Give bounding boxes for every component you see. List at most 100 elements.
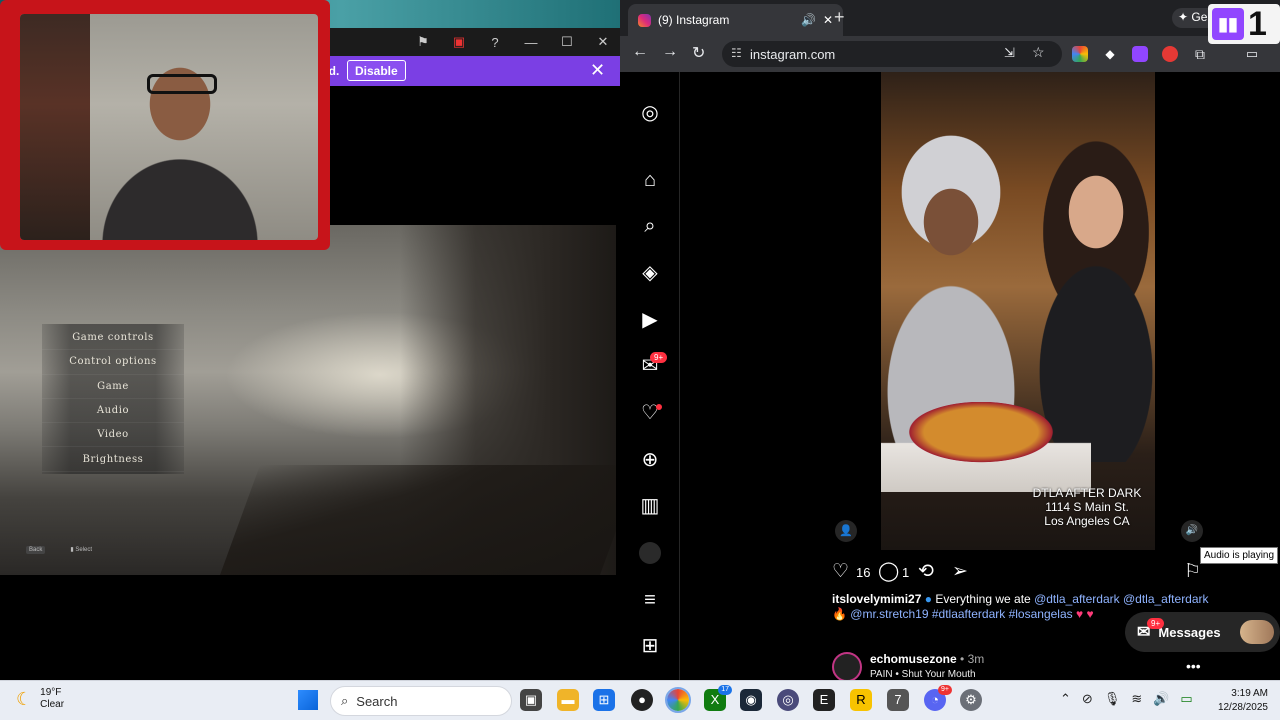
bookmark-star-icon[interactable]: ☆ [1032, 44, 1045, 61]
help-icon[interactable]: ? [486, 35, 504, 50]
epic-games-icon[interactable]: E [813, 689, 835, 711]
minimize-button[interactable]: — [522, 35, 540, 50]
caption-hashtag-2[interactable]: #losangelas [1009, 607, 1073, 621]
new-tab-button[interactable]: + [834, 7, 845, 28]
install-app-icon[interactable]: ⇲ [1004, 45, 1015, 61]
hint-back: Back [26, 545, 48, 554]
webcam-feed [20, 14, 318, 240]
close-button[interactable]: ✕ [594, 34, 612, 50]
forward-arrow-icon[interactable]: → [662, 43, 678, 61]
maximize-button[interactable]: ☐ [558, 34, 576, 50]
site-info-icon[interactable]: ☷ [731, 46, 742, 60]
tagged-user-icon[interactable]: 👤 [835, 520, 857, 542]
tab-close-icon[interactable]: ✕ [823, 13, 833, 27]
notification-dot [656, 404, 662, 410]
caption-mention-3[interactable]: @mr.stretch19 [850, 607, 928, 621]
create-icon[interactable]: ⊕ [637, 447, 663, 473]
rockstar-icon[interactable]: R [850, 689, 872, 711]
start-button[interactable] [298, 690, 318, 710]
clock[interactable]: 3:19 AM 12/28/2025 [1212, 687, 1268, 715]
caption-mention-2[interactable]: @dtla_afterdark [1123, 592, 1209, 606]
instagram-page: ◎ ⌂ ⌕ ◈ ▶ ✉ 9+ ♡ ⊕ ▥ ≡ ⊞ DTLA AFTER DARK… [620, 72, 1280, 680]
more-menu-icon[interactable]: ≡ [637, 587, 663, 613]
twitch-logo-icon: ▮▮ [1212, 8, 1244, 40]
message-avatars [1240, 620, 1274, 644]
profile-avatar[interactable] [639, 542, 661, 564]
steam-icon[interactable]: ◉ [740, 689, 762, 711]
game-hints: Back ▮ Select [26, 545, 92, 554]
store-icon[interactable]: ⊞ [593, 689, 615, 711]
share-icon[interactable]: ➢ [952, 560, 968, 583]
instagram-logo-icon[interactable]: ◎ [637, 100, 663, 126]
audio-tooltip: Audio is playing [1200, 547, 1279, 564]
caption-username[interactable]: itslovelymimi27 [832, 592, 921, 606]
audio-toggle-icon[interactable]: 🔊 [1181, 520, 1203, 542]
like-icon[interactable]: ♡ [832, 560, 849, 583]
microphone-icon[interactable]: 🎙 [1104, 691, 1121, 707]
home-icon[interactable]: ⌂ [637, 167, 663, 193]
caption-hashtag-1[interactable]: #dtlaafterdark [932, 607, 1005, 621]
chrome-color-extension-icon[interactable] [1072, 46, 1088, 62]
browser-window: (9) Instagram 🔊 ✕ + ✦ Gem ← → ↻ ☷ instag… [620, 0, 1280, 680]
menu-item-control-options[interactable]: Control options [42, 350, 184, 375]
weather-condition: Clear [40, 699, 65, 710]
file-explorer-icon[interactable]: ▬ [557, 689, 579, 711]
app-ring-icon[interactable]: ◎ [777, 689, 799, 711]
explore-icon[interactable]: ◈ [637, 260, 663, 286]
xbox-icon[interactable]: X 17 [704, 685, 732, 711]
red-extension-icon[interactable] [1162, 46, 1178, 62]
puzzle-extensions-icon[interactable]: ⧉ [1192, 46, 1208, 62]
address-bar[interactable]: ☷ instagram.com ⇲ ☆ [722, 41, 1062, 67]
speaker-icon[interactable]: 🔊 [801, 13, 816, 27]
tab-instagram[interactable]: (9) Instagram 🔊 ✕ [628, 4, 843, 36]
twitch-extension-icon[interactable] [1132, 46, 1148, 62]
tray-overflow-icon[interactable]: ⌃ [1060, 691, 1071, 707]
menu-item-brightness[interactable]: Brightness [42, 447, 184, 472]
next-post-avatar[interactable] [832, 652, 862, 680]
next-post-audio[interactable]: PAIN • Shut Your Mouth [870, 669, 976, 680]
taskbar-search[interactable]: ⌕ Search [330, 686, 512, 716]
battery-icon[interactable]: ▭ [1180, 691, 1192, 707]
dashboard-icon[interactable]: ▥ [637, 493, 663, 519]
menu-item-video[interactable]: Video [42, 423, 184, 448]
reload-icon[interactable]: ↻ [692, 43, 705, 63]
save-bookmark-icon[interactable]: ⚐ [1184, 560, 1201, 583]
discord-icon[interactable]: ◔ 9+ [924, 685, 952, 711]
caption-mention-1[interactable]: @dtla_afterdark [1034, 592, 1120, 606]
recording-app-icon[interactable]: ● [631, 689, 653, 711]
sidebar-icon[interactable]: ▭ [1244, 46, 1260, 62]
task-view-icon[interactable]: ▣ [520, 689, 542, 711]
screen-cast-icon[interactable]: ▣ [450, 34, 468, 50]
messages-button[interactable]: ✉ 9+ Messages [1125, 612, 1280, 652]
diamond-extension-icon[interactable]: ◆ [1102, 46, 1118, 62]
7zip-icon[interactable]: 7 [887, 689, 909, 711]
mouse-icon: ▮ [70, 547, 74, 553]
instagram-sidebar: ◎ ⌂ ⌕ ◈ ▶ ✉ 9+ ♡ ⊕ ▥ ≡ ⊞ [620, 72, 680, 680]
weather-widget[interactable]: ☾ 19°F Clear [16, 687, 64, 711]
video-food-tray [881, 402, 1091, 492]
volume-icon[interactable]: 🔊 [1153, 691, 1169, 707]
post-video[interactable]: DTLA AFTER DARK 1114 S Main St. Los Ange… [881, 72, 1155, 550]
hint-select: ▮ Select [70, 546, 92, 553]
network-off-icon[interactable]: ⊘ [1082, 691, 1093, 707]
more-options-icon[interactable]: ••• [1186, 658, 1201, 674]
menu-item-game[interactable]: Game [42, 375, 184, 399]
reels-icon[interactable]: ▶ [637, 307, 663, 333]
back-arrow-icon[interactable]: ← [632, 43, 648, 61]
wifi-icon[interactable]: ≋ [1131, 691, 1142, 707]
settings-gear-icon[interactable]: ⚙ [960, 689, 982, 711]
next-post-username[interactable]: echomusezone [870, 652, 957, 666]
chrome-icon[interactable] [665, 687, 691, 713]
tab-strip: (9) Instagram 🔊 ✕ + ✦ Gem [620, 0, 1280, 36]
next-post-time: • 3m [960, 652, 985, 666]
menu-item-audio[interactable]: Audio [42, 399, 184, 424]
menu-item-game-controls[interactable]: Game controls [42, 326, 184, 351]
banner-close-icon[interactable]: ✕ [590, 60, 605, 81]
post-caption-line2: 🔥 @mr.stretch19 #dtlaafterdark #losangel… [832, 607, 1094, 621]
search-icon[interactable]: ⌕ [637, 213, 663, 239]
comment-icon[interactable]: ◯ [878, 560, 899, 583]
repost-icon[interactable]: ⟲ [918, 560, 934, 583]
flag-icon[interactable]: ⚑ [414, 34, 432, 50]
disable-button[interactable]: Disable [347, 60, 406, 81]
also-from-meta-icon[interactable]: ⊞ [637, 633, 663, 659]
